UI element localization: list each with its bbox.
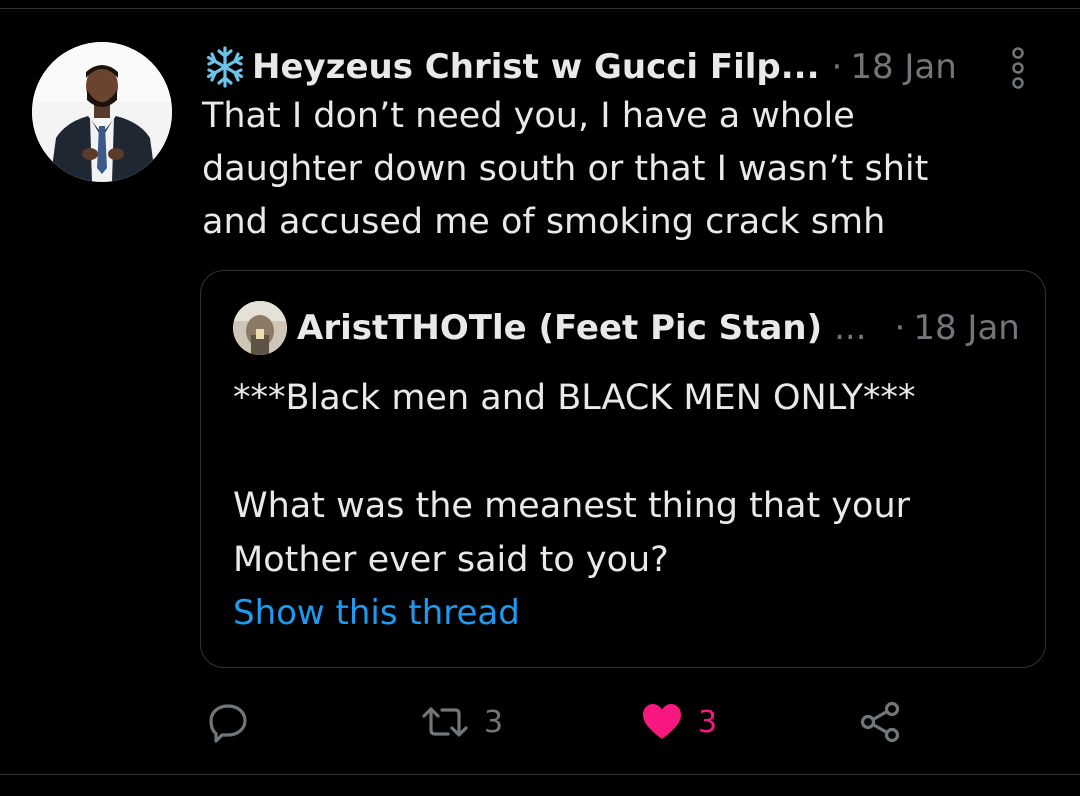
quoted-author-avatar[interactable] — [233, 301, 287, 355]
retweet-icon — [422, 707, 468, 737]
quoted-tweet-header: AristTHOTle (Feet Pic Stan) ... · 18 Jan — [233, 301, 1020, 355]
top-divider — [0, 8, 1080, 9]
snowflake-icon — [206, 46, 244, 88]
quoted-tweet-timestamp: 18 Jan — [913, 308, 1020, 348]
tweet-timestamp[interactable]: 18 Jan — [850, 47, 956, 87]
author-display-name[interactable]: Heyzeus Christ w Gucci Filp... — [252, 47, 820, 87]
author-avatar[interactable] — [32, 42, 172, 182]
reply-button[interactable] — [206, 700, 264, 744]
tweet-text: That I don’t need you, I have a whole da… — [202, 96, 929, 242]
reply-icon — [209, 704, 247, 743]
share-icon — [860, 701, 900, 743]
like-count: 3 — [698, 704, 718, 740]
retweet-count: 3 — [484, 704, 504, 740]
more-vertical-icon[interactable] — [1008, 46, 1028, 90]
like-button[interactable]: 3 — [640, 700, 717, 744]
heart-icon — [643, 704, 681, 739]
quoted-tweet-card[interactable]: AristTHOTle (Feet Pic Stan) ... · 18 Jan… — [200, 270, 1046, 668]
header-separator: · — [831, 47, 843, 87]
share-button[interactable] — [858, 700, 902, 744]
quoted-author-display-name: AristTHOTle (Feet Pic Stan) — [297, 308, 823, 348]
quoted-header-separator: · — [894, 308, 906, 348]
show-thread-link[interactable]: Show this thread — [233, 593, 520, 633]
tweet: Heyzeus Christ w Gucci Filp... · 18 Jan … — [202, 40, 1042, 249]
quoted-tweet-text: ***Black men and BLACK MEN ONLY*** What … — [233, 371, 1023, 587]
quoted-text-line-2: What was the meanest thing that your Mot… — [233, 486, 911, 580]
quoted-name-truncation: ... — [834, 308, 867, 348]
bottom-divider — [0, 774, 1080, 775]
quoted-text-line-1: ***Black men and BLACK MEN ONLY*** — [233, 378, 916, 418]
tweet-header: Heyzeus Christ w Gucci Filp... · 18 Jan — [202, 40, 1042, 94]
retweet-button[interactable]: 3 — [420, 700, 503, 744]
